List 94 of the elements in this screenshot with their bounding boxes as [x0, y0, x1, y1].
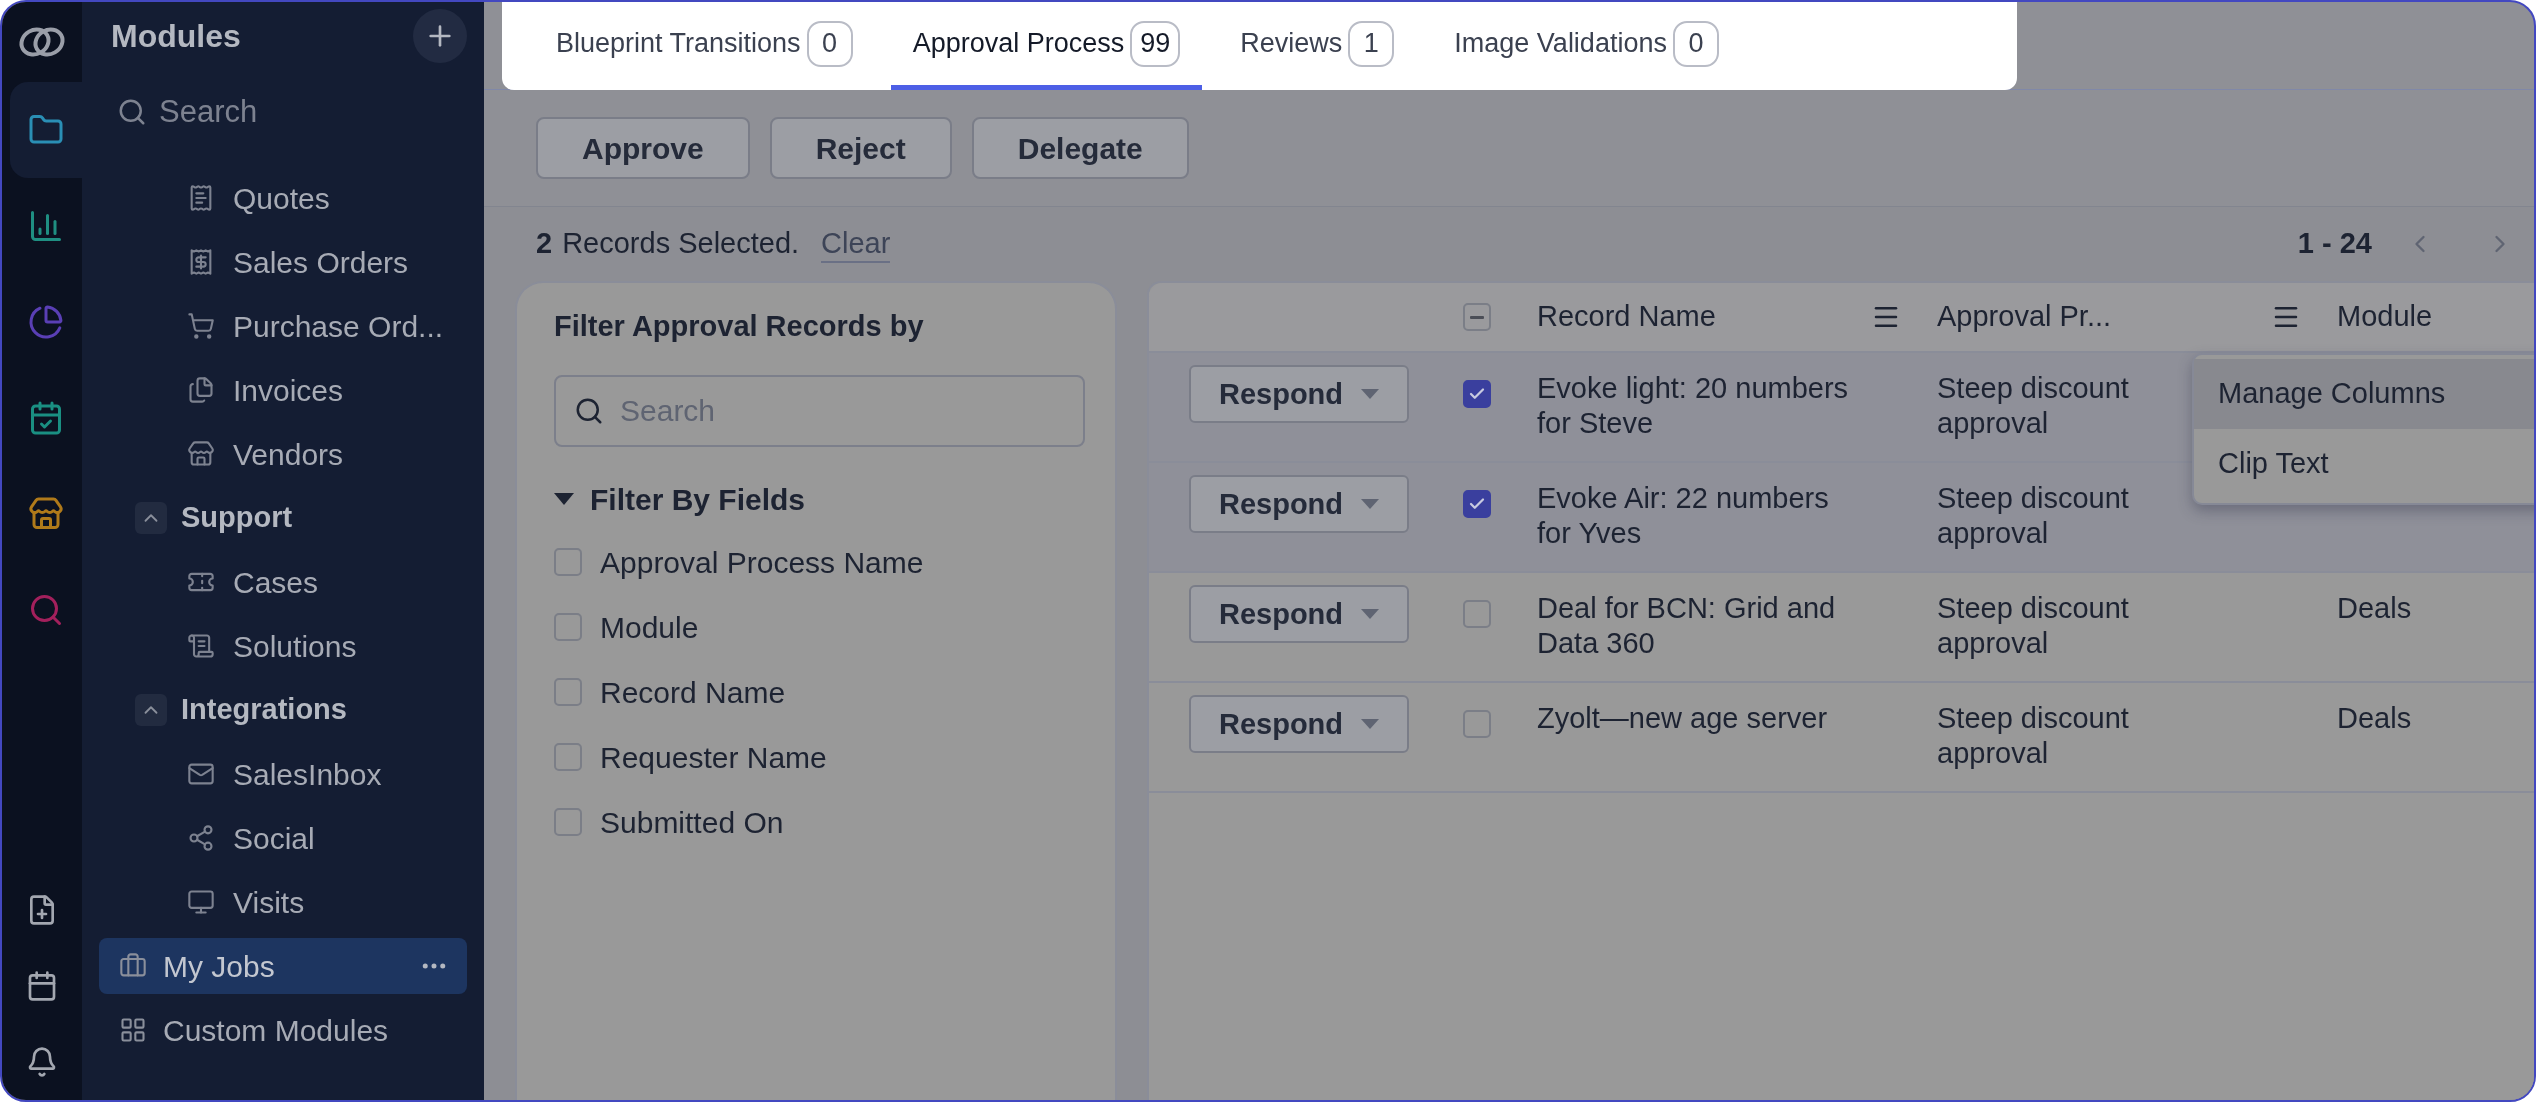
calendar-icon: [28, 400, 64, 436]
field-label: Module: [600, 609, 699, 646]
table-cell-text: Evoke light: 20 numbers for Steve: [1537, 371, 1850, 441]
respond-button[interactable]: Respond: [1189, 475, 1409, 533]
sidebar-item[interactable]: Visits: [99, 870, 467, 934]
filter-search-field[interactable]: Search: [554, 374, 1085, 447]
cart-icon: [187, 312, 215, 340]
store-icon: [28, 496, 64, 532]
checkbox[interactable]: [554, 743, 582, 771]
table-cell-text: Deals: [2336, 591, 2412, 626]
sidebar-item[interactable]: Solutions: [99, 614, 467, 678]
group-label: Support: [181, 500, 293, 536]
table-cell-text: Deal for BCN: Grid and Data 360: [1537, 591, 1837, 661]
sidebar-item[interactable]: Social: [99, 806, 467, 870]
section-toggle[interactable]: Filter By Fields: [554, 476, 1085, 522]
bell-icon: [26, 1046, 58, 1078]
pie-chart-icon: [28, 304, 64, 340]
group-header[interactable]: Support: [99, 486, 467, 550]
sidebar-title: Modules: [111, 17, 241, 56]
search-icon: [28, 592, 64, 628]
column-header[interactable]: Module: [2337, 295, 2433, 339]
checkbox[interactable]: [1463, 380, 1491, 408]
field-label: Requester Name: [600, 739, 827, 776]
sidebar-item[interactable]: Sales Orders: [99, 230, 467, 294]
selected-count: 2: [536, 226, 553, 262]
checkbox[interactable]: [554, 613, 582, 641]
checkbox[interactable]: [1463, 600, 1491, 628]
field-label: Approval Process Name: [600, 544, 924, 581]
field-label: Record Name: [600, 674, 786, 711]
collapse-toggle[interactable]: [135, 694, 167, 726]
logo-icon: [18, 25, 66, 59]
table-cell-text: Steep discount approval: [1937, 591, 2130, 661]
group-header[interactable]: Integrations: [99, 678, 467, 742]
action-button[interactable]: Delegate: [971, 117, 1189, 179]
tab[interactable]: Blueprint Transitions 0: [534, 2, 875, 90]
respond-button[interactable]: Respond: [1189, 365, 1409, 423]
grid-icon: [119, 1016, 147, 1044]
minus-icon: [1470, 315, 1484, 319]
sidebar-item[interactable]: Invoices: [99, 358, 467, 422]
count-badge: 1: [1348, 20, 1395, 67]
search-icon: [117, 97, 147, 127]
count-badge: 0: [1672, 20, 1719, 67]
document-icon: [187, 376, 215, 404]
sidebar-item[interactable]: Cases: [99, 550, 467, 614]
respond-button[interactable]: Respond: [1189, 695, 1409, 753]
menu-item[interactable]: Manage Columns: [2194, 359, 2534, 429]
checkbox[interactable]: [1463, 710, 1491, 738]
respond-button[interactable]: Respond: [1189, 585, 1409, 643]
field-label: Submitted On: [600, 804, 784, 841]
tab[interactable]: Image Validations 0: [1432, 2, 1741, 90]
caret-icon: [1361, 719, 1380, 729]
selection-text: Records Selected.: [562, 226, 800, 262]
table-cell-text: Steep discount approval: [1937, 481, 2130, 551]
table-cell-text: Steep discount approval: [1937, 701, 2130, 771]
checkbox[interactable]: [554, 808, 582, 836]
caret-icon: [1361, 389, 1380, 399]
count-badge: 0: [806, 20, 853, 67]
checkbox[interactable]: [554, 548, 582, 576]
collapse-toggle[interactable]: [135, 502, 167, 534]
sidebar-item[interactable]: Quotes: [99, 166, 467, 230]
action-button[interactable]: Reject: [769, 117, 952, 179]
sidebar-item[interactable]: My Jobs: [99, 938, 467, 994]
search-field[interactable]: Search: [159, 88, 419, 136]
group-label: Integrations: [181, 692, 347, 728]
caret-icon: [1361, 609, 1380, 619]
checkbox[interactable]: [554, 678, 582, 706]
checkbox[interactable]: [1463, 303, 1491, 331]
checkbox[interactable]: [1463, 490, 1491, 518]
table-row[interactable]: Respond Zyolt—new age server Steep discount approval Deals: [1149, 683, 2534, 793]
tab[interactable]: Reviews 1: [1218, 2, 1417, 90]
table-cell-text: Zyolt—new age server: [1537, 701, 1829, 736]
action-button[interactable]: Approve: [536, 117, 750, 179]
sidebar-item[interactable]: Custom Modules: [99, 1002, 467, 1058]
caret-icon: [1361, 499, 1380, 509]
page-range: 1 - 24: [2297, 226, 2372, 262]
network-icon: [187, 824, 215, 852]
bar-chart-icon: [28, 208, 64, 244]
table-cell-text: Steep discount approval: [1937, 371, 2130, 441]
table-cell-text: Evoke Air: 22 numbers for Yves: [1537, 481, 1830, 551]
rail-item[interactable]: [10, 82, 82, 178]
sidebar-item[interactable]: Purchase Ord...: [99, 294, 467, 358]
filter-title: Filter Approval Records by: [554, 309, 925, 344]
column-header[interactable]: Approval Pr...: [1937, 295, 2112, 339]
caret-icon: [554, 493, 574, 505]
calendar-icon: [26, 970, 58, 1002]
sidebar-item[interactable]: SalesInbox: [99, 742, 467, 806]
column-header[interactable]: Record Name: [1537, 295, 1716, 339]
sidebar-item[interactable]: Vendors: [99, 422, 467, 486]
document-icon: [187, 632, 215, 660]
monitor-icon: [187, 888, 215, 916]
store-icon: [187, 440, 215, 468]
table-row[interactable]: Respond Deal for BCN: Grid and Data 360 Steep discount approval Deals: [1149, 573, 2534, 683]
count-badge: 99: [1130, 20, 1181, 67]
table-cell-text: Deals: [2336, 701, 2412, 736]
